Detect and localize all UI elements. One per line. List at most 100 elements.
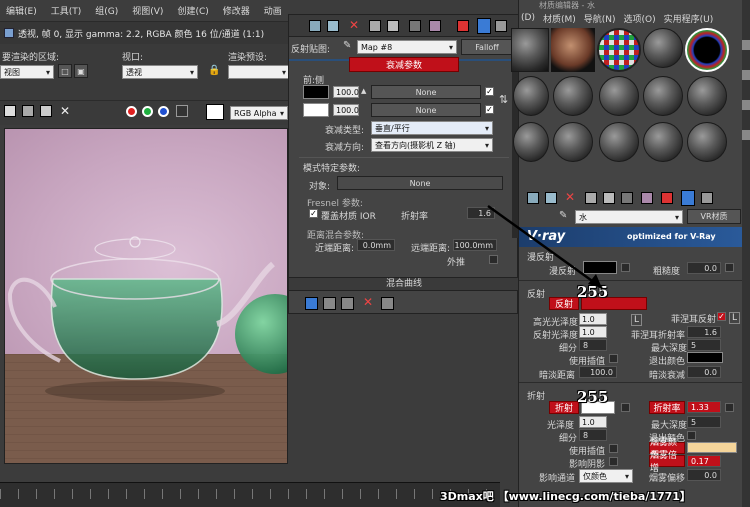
side-icon[interactable] — [742, 70, 750, 80]
fresnel-ior-value[interactable]: 1.6 — [687, 326, 721, 338]
front-map-slot[interactable]: None — [371, 85, 481, 99]
menu-animation[interactable]: 动画 — [264, 4, 282, 17]
fog-mult-label-button[interactable]: 烟雾倍增 — [649, 451, 685, 474]
region-button-a[interactable]: □ — [58, 64, 72, 78]
render-area-select[interactable]: 视图 — [0, 65, 54, 79]
map-type-button[interactable]: Falloff — [461, 39, 513, 55]
mat-menu-material[interactable]: 材质(M) — [543, 12, 576, 25]
tool-pick-icon[interactable] — [309, 20, 321, 32]
swap-icon[interactable]: ⇅ — [499, 93, 508, 106]
object-pick-button[interactable]: None — [337, 176, 503, 190]
add-point-icon[interactable] — [341, 297, 354, 310]
roughness-value[interactable]: 0.0 — [687, 262, 721, 274]
side-icon[interactable] — [742, 40, 750, 50]
sample-slot[interactable] — [643, 76, 683, 116]
fog-color-swatch[interactable] — [687, 442, 737, 453]
sample-slot[interactable] — [643, 122, 683, 162]
viewport-select[interactable]: 透视 — [122, 65, 198, 79]
diffuse-map-button[interactable] — [621, 263, 630, 272]
region-button-b[interactable]: ▣ — [74, 64, 88, 78]
front-spinner[interactable]: ▲ — [361, 87, 366, 95]
tool-put-icon[interactable] — [327, 20, 339, 32]
falloff-dir-select[interactable]: 查看方向(摄影机 Z 轴) — [371, 138, 493, 152]
timeline[interactable] — [0, 482, 500, 507]
ior-value-field[interactable]: 1.33 — [687, 401, 721, 413]
map-name-field[interactable]: Map #8 — [357, 40, 457, 54]
hilight-value[interactable]: 1.0 — [579, 313, 607, 325]
hilight-l-button[interactable]: L — [631, 314, 643, 326]
dim-dist-value[interactable]: 100.0 — [579, 366, 617, 378]
menu-tools[interactable]: 工具(T) — [51, 4, 82, 17]
falloff-type-select[interactable]: 垂直/平行 — [371, 121, 493, 135]
sample-slot[interactable] — [685, 28, 729, 72]
affect-shadows-check[interactable] — [609, 457, 618, 466]
move-point-icon[interactable] — [305, 297, 318, 310]
show-map-icon[interactable] — [661, 192, 673, 204]
library-icon[interactable] — [621, 192, 633, 204]
refl-gloss-value[interactable]: 1.0 — [579, 326, 607, 338]
lock-icon[interactable]: 🔒 — [208, 65, 220, 76]
render-preset-select[interactable] — [228, 65, 290, 79]
exit-color-swatch[interactable] — [687, 352, 723, 363]
side-color-swatch[interactable] — [303, 103, 329, 117]
falloff-params-rollout[interactable]: 衰减参数 — [349, 57, 459, 72]
mat-menu-utilities[interactable]: 实用程序(U) — [664, 12, 714, 25]
alpha-toggle[interactable] — [176, 105, 188, 117]
max-depth-value[interactable]: 5 — [687, 339, 721, 351]
menu-create[interactable]: 创建(C) — [177, 4, 208, 17]
side-icon[interactable] — [742, 130, 750, 140]
tool-unique-icon[interactable] — [387, 20, 399, 32]
fresnel-l-button[interactable]: L — [729, 312, 741, 324]
side-amount[interactable]: 100.0 — [333, 104, 359, 116]
tool-sibling-icon[interactable] — [477, 18, 491, 34]
menu-edit[interactable]: 编辑(E) — [6, 4, 37, 17]
channel-select[interactable]: RGB Alpha — [230, 106, 288, 120]
sample-slot[interactable] — [551, 28, 595, 72]
roughness-map-button[interactable] — [725, 263, 734, 272]
subdivs2-value[interactable]: 8 — [579, 429, 607, 441]
blue-channel-toggle[interactable] — [158, 106, 169, 117]
subdivs-value[interactable]: 8 — [579, 339, 607, 351]
tool-show-map-icon[interactable] — [429, 20, 441, 32]
delete-point-icon[interactable]: ✕ — [363, 295, 373, 309]
fog-bias-value[interactable]: 0.0 — [687, 469, 721, 481]
exit-color2-check[interactable] — [687, 431, 696, 440]
side-map-slot[interactable]: None — [371, 103, 481, 117]
mat-menu-options[interactable]: 选项(O) — [624, 12, 656, 25]
affect-channels-select[interactable]: 仅颜色 — [579, 469, 633, 483]
tool-effects-icon[interactable] — [409, 20, 421, 32]
mat-menu-nav[interactable]: 导航(N) — [584, 12, 616, 25]
reset-curve-icon[interactable] — [381, 297, 394, 310]
side-icon[interactable] — [742, 100, 750, 110]
refract-map-button[interactable] — [621, 403, 630, 412]
copy-image-icon[interactable] — [22, 105, 34, 117]
sample-slot[interactable] — [513, 122, 549, 162]
sample-slot[interactable] — [553, 122, 593, 162]
dim-falloff-value[interactable]: 0.0 — [687, 366, 721, 378]
green-channel-toggle[interactable] — [142, 106, 153, 117]
sample-slot[interactable] — [599, 122, 639, 162]
tool-reset-icon[interactable]: ✕ — [349, 18, 359, 32]
sample-slot[interactable] — [643, 28, 683, 68]
tool-parent-icon[interactable] — [457, 20, 469, 32]
sample-slot[interactable] — [599, 76, 639, 116]
use-interp2-check[interactable] — [609, 444, 618, 453]
sample-slot[interactable] — [597, 28, 641, 72]
front-color-swatch[interactable] — [303, 85, 329, 99]
side-map-check[interactable]: ✓ — [485, 105, 494, 114]
sample-slot[interactable] — [687, 122, 727, 162]
tool-nav-icon[interactable] — [495, 20, 507, 32]
mat-menu-d[interactable]: (D) — [521, 13, 535, 23]
sample-slot[interactable] — [687, 76, 727, 116]
effects-icon[interactable] — [641, 192, 653, 204]
menu-view[interactable]: 视图(V) — [132, 4, 163, 17]
sample-slot[interactable] — [511, 28, 549, 72]
menu-modifiers[interactable]: 修改器 — [223, 4, 250, 17]
tool-copy-icon[interactable] — [369, 20, 381, 32]
use-interp-check[interactable] — [609, 354, 618, 363]
fog-mult-value[interactable]: 0.17 — [687, 455, 721, 467]
refract-label-button[interactable]: 折射 — [549, 401, 579, 414]
sample-slot[interactable] — [553, 76, 593, 116]
sample-slot[interactable] — [513, 76, 549, 116]
near-distance[interactable]: 0.0mm — [357, 239, 395, 251]
